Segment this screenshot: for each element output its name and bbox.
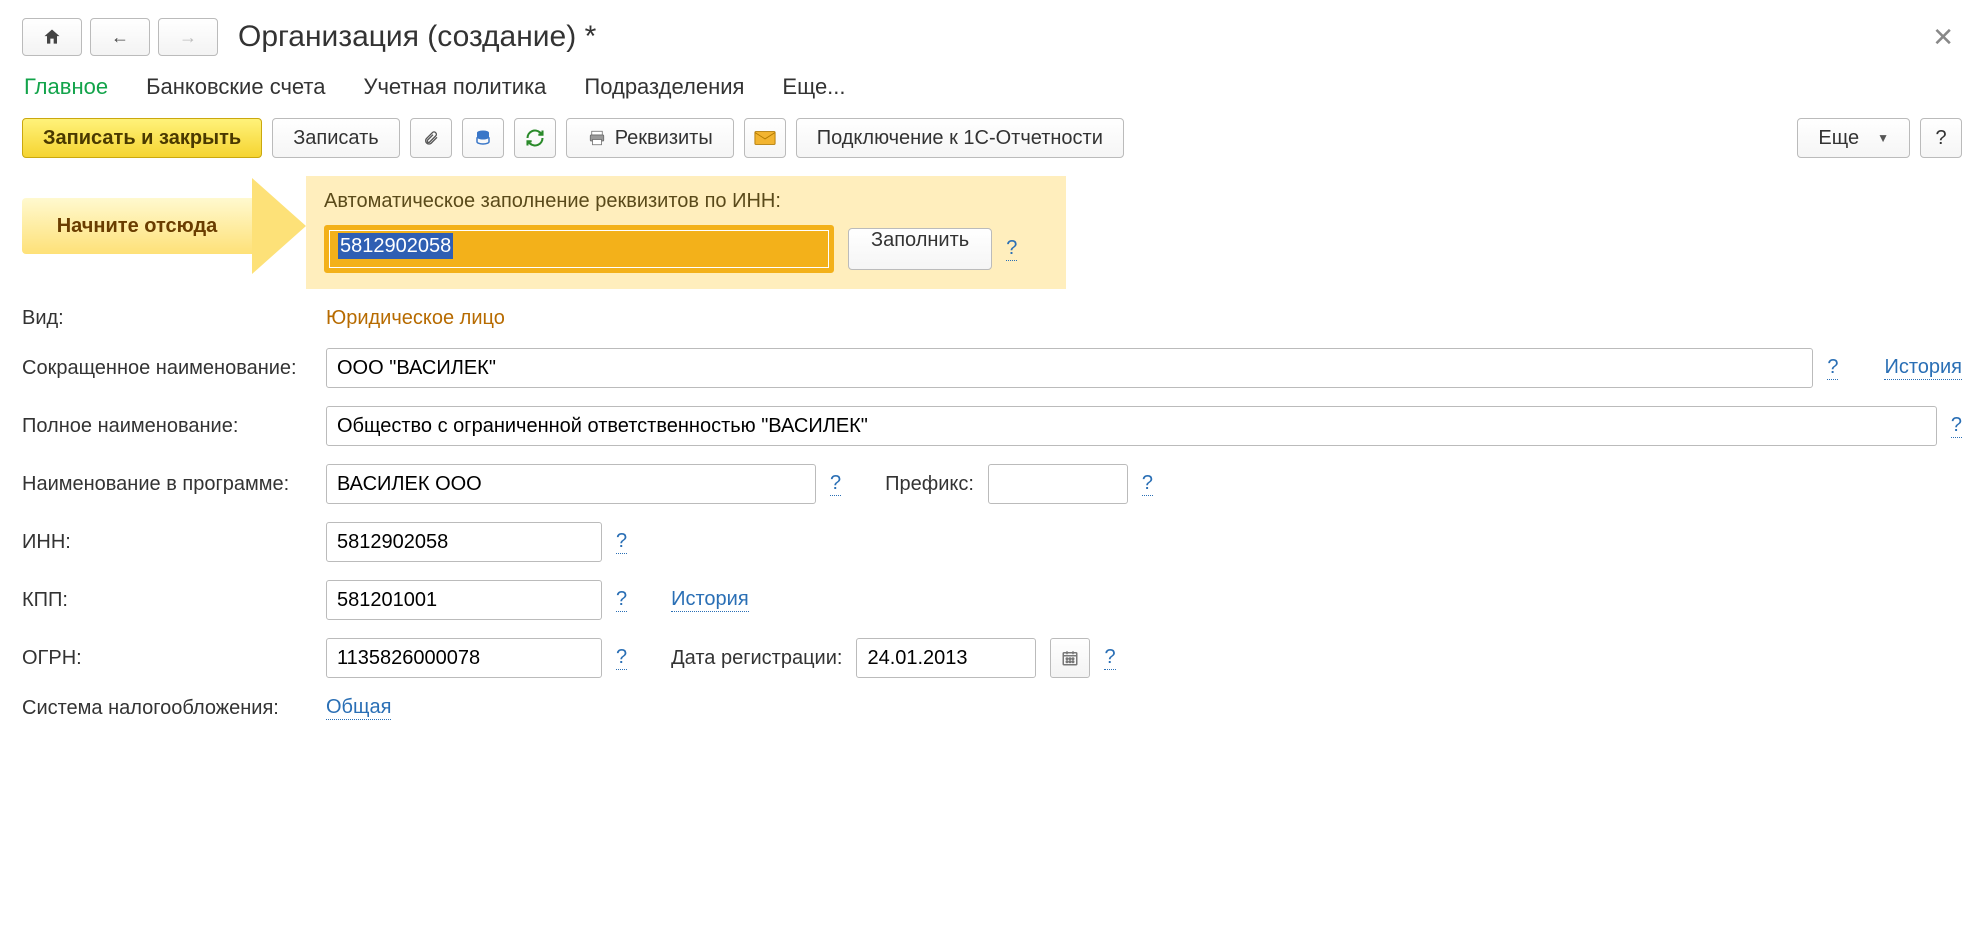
- tab-divisions[interactable]: Подразделения: [584, 74, 744, 100]
- prefix-label: Префикс:: [885, 473, 974, 496]
- inn-help[interactable]: ?: [616, 530, 627, 554]
- toolbar-more-label: Еще: [1818, 127, 1859, 150]
- full-name-input[interactable]: [326, 406, 1937, 446]
- tax-system-link[interactable]: Общая: [326, 696, 391, 720]
- chevron-down-icon: ▼: [1877, 131, 1889, 145]
- save-and-close-button[interactable]: Записать и закрыть: [22, 118, 262, 158]
- autofill-fill-button[interactable]: Заполнить: [848, 228, 992, 270]
- page-title: Организация (создание) *: [238, 20, 596, 54]
- ogrn-help[interactable]: ?: [616, 646, 627, 670]
- tab-bank-accounts[interactable]: Банковские счета: [146, 74, 325, 100]
- full-name-label: Полное наименование:: [22, 415, 312, 438]
- autofill-help[interactable]: ?: [1006, 237, 1017, 261]
- close-button[interactable]: ✕: [1924, 22, 1962, 53]
- calendar-icon: [1061, 649, 1079, 667]
- home-icon: [42, 27, 62, 47]
- kind-value: Юридическое лицо: [326, 307, 505, 330]
- kind-label: Вид:: [22, 307, 312, 330]
- arrow-right-icon: →: [179, 27, 197, 48]
- tax-system-label: Система налогообложения:: [22, 697, 312, 720]
- reg-date-label: Дата регистрации:: [671, 647, 842, 670]
- mail-button[interactable]: [744, 118, 786, 158]
- prog-name-help[interactable]: ?: [830, 472, 841, 496]
- forward-button[interactable]: →: [158, 18, 218, 56]
- reg-date-input[interactable]: [856, 638, 1036, 678]
- mail-icon: [754, 130, 776, 146]
- prog-name-input[interactable]: [326, 464, 816, 504]
- tab-main[interactable]: Главное: [24, 74, 108, 100]
- ogrn-input[interactable]: [326, 638, 602, 678]
- reg-date-calendar-button[interactable]: [1050, 638, 1090, 678]
- save-button[interactable]: Записать: [272, 118, 399, 158]
- kpp-help[interactable]: ?: [616, 588, 627, 612]
- toolbar-more-button[interactable]: Еще ▼: [1797, 118, 1910, 158]
- reg-date-help[interactable]: ?: [1104, 646, 1115, 670]
- tab-accounting-policy[interactable]: Учетная политика: [363, 74, 546, 100]
- refresh-button[interactable]: [514, 118, 556, 158]
- short-name-label: Сокращенное наименование:: [22, 357, 312, 380]
- short-name-input[interactable]: [326, 348, 1813, 388]
- tab-more[interactable]: Еще...: [782, 74, 845, 100]
- autofill-inn-input[interactable]: 5812902058: [329, 230, 829, 268]
- short-name-help[interactable]: ?: [1827, 356, 1838, 380]
- prefix-input[interactable]: [988, 464, 1128, 504]
- kpp-label: КПП:: [22, 589, 312, 612]
- connect-1c-button[interactable]: Подключение к 1С-Отчетности: [796, 118, 1124, 158]
- inn-label: ИНН:: [22, 531, 312, 554]
- kpp-history-link[interactable]: История: [671, 588, 749, 612]
- back-button[interactable]: ←: [90, 18, 150, 56]
- attach-button[interactable]: [410, 118, 452, 158]
- requisites-label: Реквизиты: [615, 127, 713, 150]
- refresh-icon: [525, 128, 545, 148]
- database-icon: [474, 128, 492, 148]
- autofill-panel: Автоматическое заполнение реквизитов по …: [306, 176, 1066, 289]
- paperclip-icon: [423, 128, 439, 148]
- short-name-history-link[interactable]: История: [1884, 356, 1962, 380]
- inn-input[interactable]: [326, 522, 602, 562]
- prog-name-label: Наименование в программе:: [22, 473, 312, 496]
- prefix-help[interactable]: ?: [1142, 472, 1153, 496]
- ogrn-label: ОГРН:: [22, 647, 312, 670]
- close-icon: ✕: [1932, 22, 1954, 52]
- full-name-help[interactable]: ?: [1951, 414, 1962, 438]
- printer-icon: [587, 129, 607, 147]
- database-button[interactable]: [462, 118, 504, 158]
- autofill-label: Автоматическое заполнение реквизитов по …: [324, 190, 1048, 213]
- arrow-right-shape-icon: [252, 178, 306, 274]
- toolbar-help-button[interactable]: ?: [1920, 118, 1962, 158]
- arrow-left-icon: ←: [111, 27, 129, 48]
- kpp-input[interactable]: [326, 580, 602, 620]
- requisites-button[interactable]: Реквизиты: [566, 118, 734, 158]
- home-button[interactable]: [22, 18, 82, 56]
- start-here-arrow: Начните отсюда: [22, 176, 306, 276]
- start-here-label: Начните отсюда: [22, 198, 252, 254]
